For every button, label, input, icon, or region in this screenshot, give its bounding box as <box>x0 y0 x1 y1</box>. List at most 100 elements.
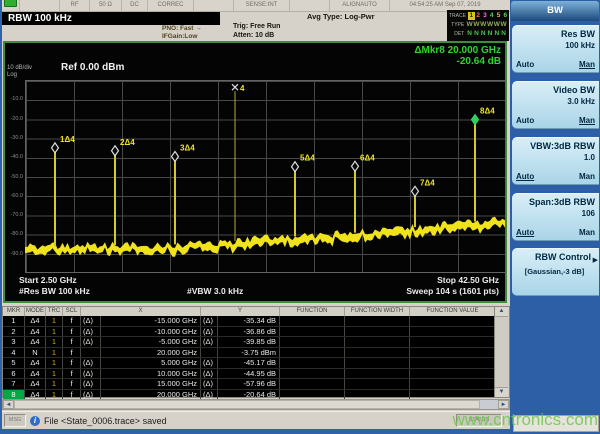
trace-type: W <box>500 20 507 28</box>
y-axis-label: -50.0 <box>10 174 23 180</box>
trace-number: 6 <box>503 11 508 19</box>
marker-diamond-icon <box>170 150 180 163</box>
auto-option[interactable]: Auto <box>516 172 534 181</box>
softkey-value: 1.0 <box>583 153 595 162</box>
softkey-span-3db-rbw[interactable]: Span:3dB RBW 106 Auto Man <box>512 193 599 241</box>
y-axis-label: -10.0 <box>10 96 23 102</box>
delta-marker-freq: ΔMkr8 20.000 GHz <box>414 45 501 56</box>
trace-detector: N <box>480 29 486 37</box>
auto-option[interactable]: Auto <box>516 228 534 237</box>
cell-trc: 1 <box>46 389 63 399</box>
marker-diamond-icon <box>50 141 60 154</box>
scroll-right-arrow-icon[interactable]: ► <box>498 400 509 409</box>
trig-label: Trig: Free Run <box>233 23 281 30</box>
col-header-mode: MODE <box>26 307 46 316</box>
col-header-function-width: FUNCTION WIDTH <box>345 307 410 316</box>
cell-y: -20.64 dB <box>218 389 280 399</box>
col-header-mkr: MKR <box>3 307 25 316</box>
cell-function-value <box>410 390 495 400</box>
y-axis-label: -90.0 <box>10 251 23 257</box>
softkey-vbw-3db-rbw[interactable]: VBW:3dB RBW 1.0 Auto Man <box>512 137 599 185</box>
cell-function-value <box>410 369 495 379</box>
trace-types: WWWWWW <box>466 21 507 29</box>
cell-function-value <box>410 379 495 389</box>
cell-scl: f <box>63 379 81 389</box>
cell-x: 20.000 GHz <box>101 389 201 399</box>
scroll-left-arrow-icon[interactable]: ◄ <box>3 400 14 409</box>
rf-input-indicator: RF <box>60 0 90 11</box>
cell-function-value <box>410 358 495 368</box>
cell-trc: 1 <box>46 358 63 368</box>
trigger-readout: Trig: Free Run Atten: 10 dB <box>233 23 280 40</box>
cell-y: -39.85 dB <box>218 337 280 347</box>
softkey-sidebar: BW Res BW 100 kHz Auto Man Video BW 3.0 … <box>510 0 600 434</box>
table-row[interactable]: 7 Δ4 1 f (Δ) 15.000 GHz (Δ) -57.96 dB <box>3 379 495 390</box>
start-freq-label: Start 2.50 GHz <box>19 275 77 285</box>
table-row[interactable]: 5 Δ4 1 f (Δ) 5.000 GHz (Δ) -45.17 dB <box>3 358 495 369</box>
auto-man-row: Auto Man <box>516 172 595 181</box>
cell-y-pre: (Δ) <box>201 316 218 326</box>
trace-detector: N <box>487 29 493 37</box>
res-bw-label: #Res BW 100 kHz <box>19 286 90 296</box>
table-horizontal-scrollbar[interactable]: ◄ ► <box>2 399 510 410</box>
cell-x-pre <box>81 347 101 357</box>
table-vertical-scrollbar[interactable]: ▲ ▼ <box>494 307 509 397</box>
trace-number: 4 <box>489 11 494 19</box>
cell-x: 15.000 GHz <box>101 379 201 389</box>
cell-mkr: 3 <box>3 337 25 347</box>
col-header-function: FUNCTION <box>280 307 345 316</box>
man-option[interactable]: Man <box>579 172 595 181</box>
softkey-title: Video BW <box>553 85 595 95</box>
trace-numbers: 123456 <box>467 11 509 20</box>
spectrum-trace-svg: 1Δ4 2Δ4 3Δ4 4 5Δ4 6Δ4 7Δ4 8Δ4 <box>25 83 505 257</box>
y-axis-label: -70.0 <box>10 212 23 218</box>
man-option[interactable]: Man <box>579 60 595 69</box>
marker-diamond-icon <box>410 185 420 198</box>
main-panel: RF 50 Ω DC CORREC SENSE:INT ALIGNAUTO 04… <box>2 0 510 429</box>
table-row[interactable]: 4 N 1 f 20.000 GHz -3.75 dBm <box>3 347 495 358</box>
trace-type: W <box>480 20 487 28</box>
auto-option[interactable]: Auto <box>516 60 534 69</box>
softkey-res-bw[interactable]: Res BW 100 kHz Auto Man <box>512 25 599 73</box>
table-row[interactable]: 6 Δ4 1 f (Δ) 10.000 GHz (Δ) -44.95 dB <box>3 368 495 379</box>
horizontal-scroll-thumb[interactable] <box>14 400 480 409</box>
ifgain-label: IFGain:Low <box>162 32 198 40</box>
table-row[interactable]: 2 Δ4 1 f (Δ) -10.000 GHz (Δ) -36.86 dB <box>3 326 495 337</box>
vbw-label: #VBW 3.0 kHz <box>187 286 244 296</box>
trace-detectors: NNNNNN <box>466 30 507 38</box>
status-message: File <State_0006.trace> saved <box>44 415 167 426</box>
marker-diamond-icon <box>470 113 480 126</box>
trace-number: 3 <box>483 11 487 19</box>
scroll-down-arrow-icon[interactable]: ▼ <box>495 387 508 397</box>
status-bar: MSG i File <State_0006.trace> saved STAT… <box>2 411 510 429</box>
man-option[interactable]: Man <box>579 228 595 237</box>
auto-option[interactable]: Auto <box>516 116 534 125</box>
table-row[interactable]: 3 Δ4 1 f (Δ) -5.000 GHz (Δ) -39.85 dB <box>3 337 495 348</box>
table-row[interactable]: 1 Δ4 1 f (Δ) -15.000 GHz (Δ) -35.34 dB <box>3 316 495 327</box>
col-header-function-value: FUNCTION VALUE <box>426 308 479 314</box>
cell-mode: Δ4 <box>25 368 46 378</box>
scroll-up-arrow-icon[interactable]: ▲ <box>495 307 508 317</box>
softkey-rbw-control[interactable]: RBW Control ▶ [Gaussian,-3 dB] <box>512 248 599 296</box>
impedance-indicator: 50 Ω <box>90 0 122 11</box>
y-axis-label: -40.0 <box>10 154 23 160</box>
cell-y: -35.34 dB <box>218 316 280 326</box>
man-option[interactable]: Man <box>579 116 595 125</box>
chevron-right-icon: ▶ <box>592 257 598 264</box>
softkey-title: Res BW <box>560 29 595 39</box>
cell-function <box>280 316 345 326</box>
pno-readout: PNO: Fast → IFGain:Low <box>162 25 202 40</box>
cell-y: -45.17 dB <box>218 358 280 368</box>
cell-function-value <box>410 327 495 337</box>
auto-man-row: Auto Man <box>516 228 595 237</box>
cell-mkr: 2 <box>3 326 25 336</box>
softkey-title: Span:3dB RBW <box>529 197 595 207</box>
rbw-readout: RBW 100 kHz <box>2 12 220 25</box>
cell-scl: f <box>63 337 81 347</box>
marker-table-body: 1 Δ4 1 f (Δ) -15.000 GHz (Δ) -35.34 dB 2 Δ4 1 f (Δ) -… <box>3 316 509 400</box>
softkey-video-bw[interactable]: Video BW 3.0 kHz Auto Man <box>512 81 599 129</box>
noise-trace <box>25 216 505 257</box>
cell-x-pre: (Δ) <box>81 358 101 368</box>
cell-y: -36.86 dB <box>218 326 280 336</box>
reference-indicator-cell <box>2 0 20 11</box>
